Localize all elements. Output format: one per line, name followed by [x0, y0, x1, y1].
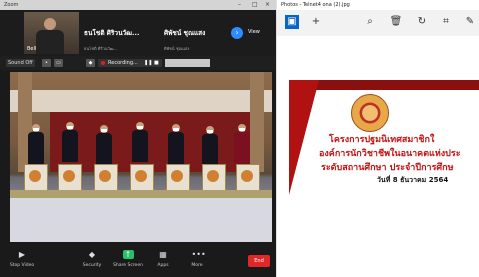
- video-camera-icon: ▶: [18, 250, 26, 259]
- minimize-icon[interactable]: –: [238, 0, 241, 10]
- recording-label: Recording...: [108, 60, 138, 66]
- pause-icon[interactable]: ❚❚: [144, 59, 152, 67]
- photo-image: โครงการปฐมนิเทศสมาชิกใ องค์การนักวิชาชีพ…: [289, 80, 479, 195]
- slide-line-3: ระดับสถานศึกษา ประจำปีการศึกษ: [321, 163, 454, 173]
- participant-subname: ศิพัชน์ ชุณแสง: [164, 46, 190, 51]
- end-meeting-button[interactable]: End: [248, 255, 270, 267]
- participant-name: ธนโชติ ศิริวนวัฒ...: [84, 29, 140, 37]
- gallery-next-icon[interactable]: ›: [231, 27, 243, 39]
- photos-toolbar: ▣ + ⌕ 🗑 ↻ ⌗ ✎: [277, 10, 479, 36]
- meeting-controls: ▶ Stop Video ◆ Security ↑ Share Screen ▦…: [0, 246, 276, 277]
- photos-title-bar: Photos - Telnet4 ona (2).jpg: [277, 0, 479, 10]
- share-screen-icon: ↑: [122, 250, 134, 259]
- view-button[interactable]: View: [248, 29, 260, 35]
- participant-name: ศิพัชน์ ชุณแสง: [164, 29, 206, 37]
- maximize-icon[interactable]: □: [252, 0, 258, 10]
- close-icon[interactable]: ×: [265, 0, 270, 10]
- stop-video-button[interactable]: ▶ Stop Video: [2, 248, 42, 276]
- zoom-window-title: Zoom: [4, 2, 19, 8]
- participant-tile[interactable]: ธนโชติ ศิริวนวัฒ... ธนโชติ ศิริวนวัฒ...: [82, 12, 160, 54]
- participant-gallery: Bell ธนโชติ ศิริวนวัฒ... ธนโชติ ศิริวนวั…: [0, 10, 276, 56]
- rotate-icon[interactable]: ↻: [415, 15, 429, 29]
- caption-icon[interactable]: ▭: [54, 59, 63, 67]
- share-screen-button[interactable]: ↑ Share Screen: [108, 248, 148, 276]
- stop-icon[interactable]: ■: [154, 59, 159, 67]
- more-button[interactable]: ••• More: [177, 248, 217, 276]
- sound-off-button[interactable]: Sound Off: [6, 59, 35, 67]
- participant-tile[interactable]: ศิพัชน์ ชุณแสง ศิพัชน์ ชุณแสง: [162, 12, 228, 54]
- delete-icon[interactable]: 🗑: [389, 15, 403, 29]
- crop-icon[interactable]: ⌗: [439, 15, 453, 29]
- recording-indicator: Recording... ❚❚ ■: [98, 59, 162, 67]
- add-icon[interactable]: +: [309, 15, 323, 29]
- apps-icon: ▦: [159, 250, 167, 259]
- mic-icon[interactable]: •: [42, 59, 51, 67]
- edit-icon[interactable]: ✎: [463, 15, 477, 29]
- more-icon: •••: [191, 250, 206, 259]
- record-dot-icon: [101, 61, 105, 65]
- zoom-window: Zoom – □ × Bell ธนโชติ ศิริวนวัฒ... ธนโช…: [0, 0, 276, 277]
- zoom-icon[interactable]: ⌕: [363, 15, 377, 29]
- shield-icon: ◆: [88, 250, 96, 259]
- notification-bar: [165, 59, 210, 67]
- slide-line-1: โครงการปฐมนิเทศสมาชิกใ: [329, 135, 435, 145]
- shield-icon[interactable]: ◆: [86, 59, 95, 67]
- shared-video-stage: [10, 72, 272, 242]
- photos-window: Photos - Telnet4 ona (2).jpg ▣ + ⌕ 🗑 ↻ ⌗…: [276, 0, 479, 277]
- zoom-title-bar: Zoom – □ ×: [0, 0, 276, 10]
- organization-seal-icon: [351, 94, 389, 132]
- participant-name: Bell: [27, 46, 37, 52]
- slide-line-2: องค์การนักวิชาชีพในอนาคตแห่งประ: [319, 149, 461, 159]
- slide-date: วันที่ 8 ธันวาคม 2564: [377, 176, 449, 184]
- photos-window-title: Photos - Telnet4 ona (2).jpg: [281, 2, 350, 8]
- participant-video-tile[interactable]: Bell: [24, 12, 79, 54]
- participant-subname: ธนโชติ ศิริวนวัฒ...: [84, 46, 118, 51]
- meeting-info-bar: Sound Off • ▭ ◆ Recording... ❚❚ ■: [0, 56, 276, 70]
- security-button[interactable]: ◆ Security: [72, 248, 112, 276]
- gallery-icon[interactable]: ▣: [285, 15, 299, 29]
